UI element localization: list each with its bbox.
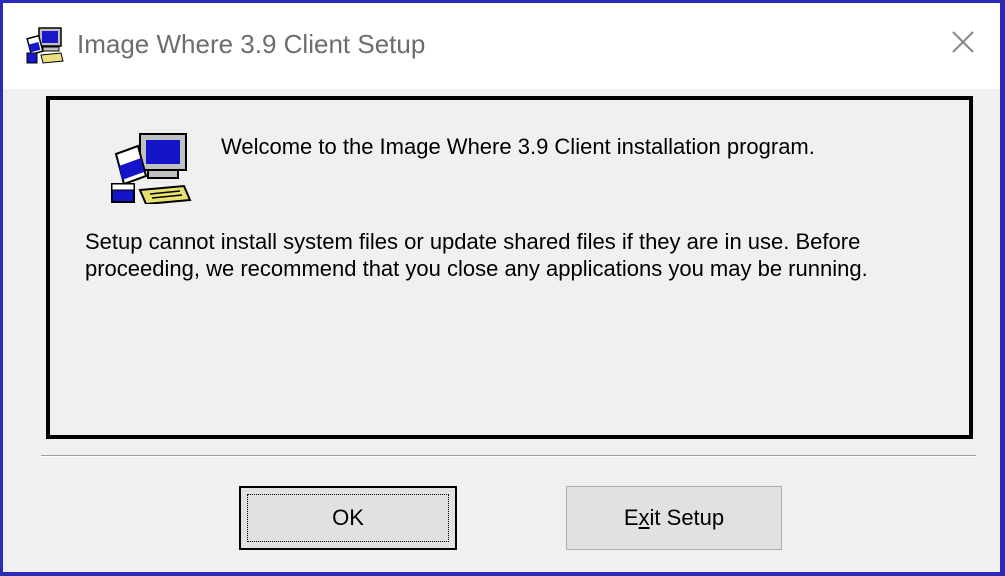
ok-button[interactable]: OK [239, 486, 457, 550]
exit-setup-button[interactable]: Exit Setup [566, 486, 782, 550]
exit-setup-button-label: Exit Setup [624, 505, 724, 531]
welcome-text: Welcome to the Image Where 3.9 Client in… [221, 134, 815, 159]
setup-dialog-window: Image Where 3.9 Client Setup Welcome to … [0, 0, 1005, 576]
window-title: Image Where 3.9 Client Setup [77, 29, 426, 59]
separator-line [41, 455, 976, 457]
ok-button-label: OK [332, 505, 364, 530]
close-button[interactable] [938, 17, 988, 67]
warning-message: Setup cannot install system files or upd… [85, 229, 868, 281]
close-icon [950, 29, 976, 55]
title-bar[interactable]: Image Where 3.9 Client Setup [3, 3, 1000, 89]
exit-label-mnemonic: x [638, 505, 650, 530]
setup-computer-icon [25, 25, 65, 65]
exit-label-pre: E [623, 505, 639, 530]
setup-computer-icon [110, 132, 192, 206]
exit-label-post: it Setup [649, 505, 725, 530]
message-panel: Welcome to the Image Where 3.9 Client in… [46, 96, 973, 439]
